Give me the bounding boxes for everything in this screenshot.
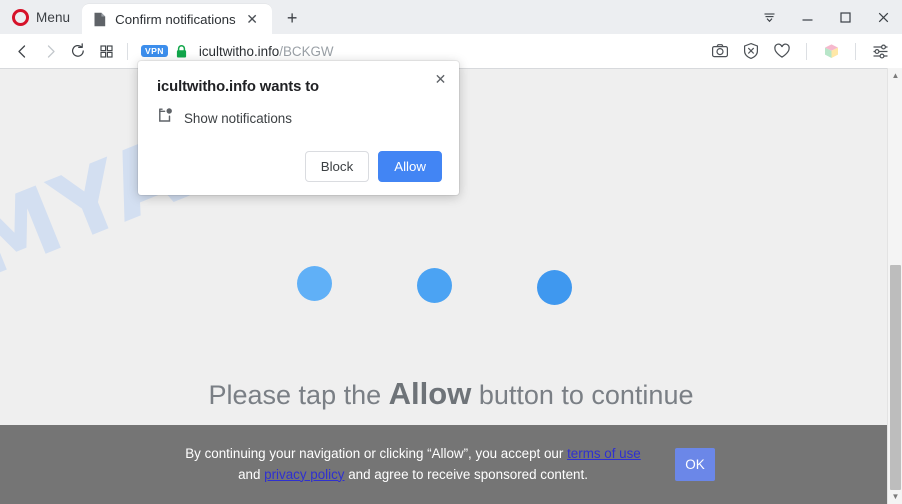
consent-text: By continuing your navigation or clickin… <box>173 444 653 486</box>
tab-title: Confirm notifications <box>115 11 236 27</box>
tab-strip: Menu Confirm notifications ✕ + <box>0 0 902 34</box>
back-icon[interactable] <box>8 38 36 64</box>
snapshot-icon[interactable] <box>706 38 734 64</box>
instruction-emphasis: Allow <box>388 376 472 411</box>
block-button[interactable]: Block <box>304 151 370 182</box>
vpn-badge[interactable]: VPN <box>141 44 168 58</box>
loading-dot-1 <box>297 266 332 301</box>
instruction-after: button to continue <box>471 380 694 410</box>
dialog-actions: Block Allow <box>155 151 442 182</box>
toolbar-divider-3 <box>855 42 856 60</box>
window-controls <box>750 0 902 34</box>
consent-mid: and <box>238 466 265 482</box>
reload-icon[interactable] <box>64 38 92 64</box>
consent-ok-button[interactable]: OK <box>675 448 715 481</box>
instruction-text: Please tap the Allow button to continue <box>0 376 902 412</box>
consent-part-2: and agree to receive sponsored content. <box>344 466 588 482</box>
browser-window: Menu Confirm notifications ✕ + VPN icult… <box>0 0 902 504</box>
dialog-close-icon[interactable]: ✕ <box>431 69 450 88</box>
close-window-icon[interactable] <box>864 0 902 34</box>
ad-blocker-icon[interactable] <box>737 38 765 64</box>
dialog-title: icultwitho.info wants to <box>157 79 319 95</box>
easy-setup-icon[interactable] <box>866 38 894 64</box>
loading-dots <box>0 264 902 308</box>
address-bar-actions <box>706 38 894 64</box>
toolbar-divider-2 <box>806 42 807 60</box>
page-scrollbar[interactable]: ▲ ▼ <box>887 68 902 504</box>
new-tab-button[interactable]: + <box>279 5 305 31</box>
tab-close-icon[interactable]: ✕ <box>244 11 261 28</box>
page-favicon <box>93 12 107 27</box>
forward-icon <box>36 38 64 64</box>
browser-tab-confirm-notifications[interactable]: Confirm notifications ✕ <box>82 4 273 34</box>
tab-list-menu-icon[interactable] <box>750 0 788 34</box>
scrollbar-thumb[interactable] <box>890 265 901 490</box>
scroll-down-arrow-icon[interactable]: ▼ <box>888 489 902 504</box>
loading-dot-2 <box>417 268 452 303</box>
url-text: icultwitho.info/BCKGW <box>195 44 334 59</box>
favorites-heart-icon[interactable] <box>768 38 796 64</box>
notification-badge-icon <box>157 107 174 129</box>
secure-lock-icon[interactable] <box>175 44 188 59</box>
terms-of-use-link[interactable]: terms of use <box>567 446 641 461</box>
consent-bar: By continuing your navigation or clickin… <box>0 425 888 504</box>
privacy-policy-link[interactable]: privacy policy <box>264 467 344 482</box>
speed-dial-grid-icon[interactable] <box>92 38 120 64</box>
consent-part-1: By continuing your navigation or clickin… <box>185 445 568 461</box>
notification-permission-dialog: ✕ icultwitho.info wants to Show notifica… <box>138 61 459 195</box>
extensions-cube-icon[interactable] <box>817 38 845 64</box>
permission-label: Show notifications <box>184 110 292 126</box>
url-domain: icultwitho.info <box>198 43 280 59</box>
url-path: /BCKGW <box>279 43 334 59</box>
opera-menu-label: Menu <box>36 9 71 25</box>
opera-logo <box>12 8 29 26</box>
opera-menu-button[interactable]: Menu <box>0 0 82 34</box>
minimize-window-icon[interactable] <box>788 0 826 34</box>
loading-dot-3 <box>537 270 572 305</box>
scroll-up-arrow-icon[interactable]: ▲ <box>888 68 902 83</box>
instruction-before: Please tap the <box>208 380 389 410</box>
toolbar-divider <box>127 42 128 60</box>
maximize-window-icon[interactable] <box>826 0 864 34</box>
permission-row: Show notifications <box>157 107 442 129</box>
allow-button[interactable]: Allow <box>378 151 442 182</box>
